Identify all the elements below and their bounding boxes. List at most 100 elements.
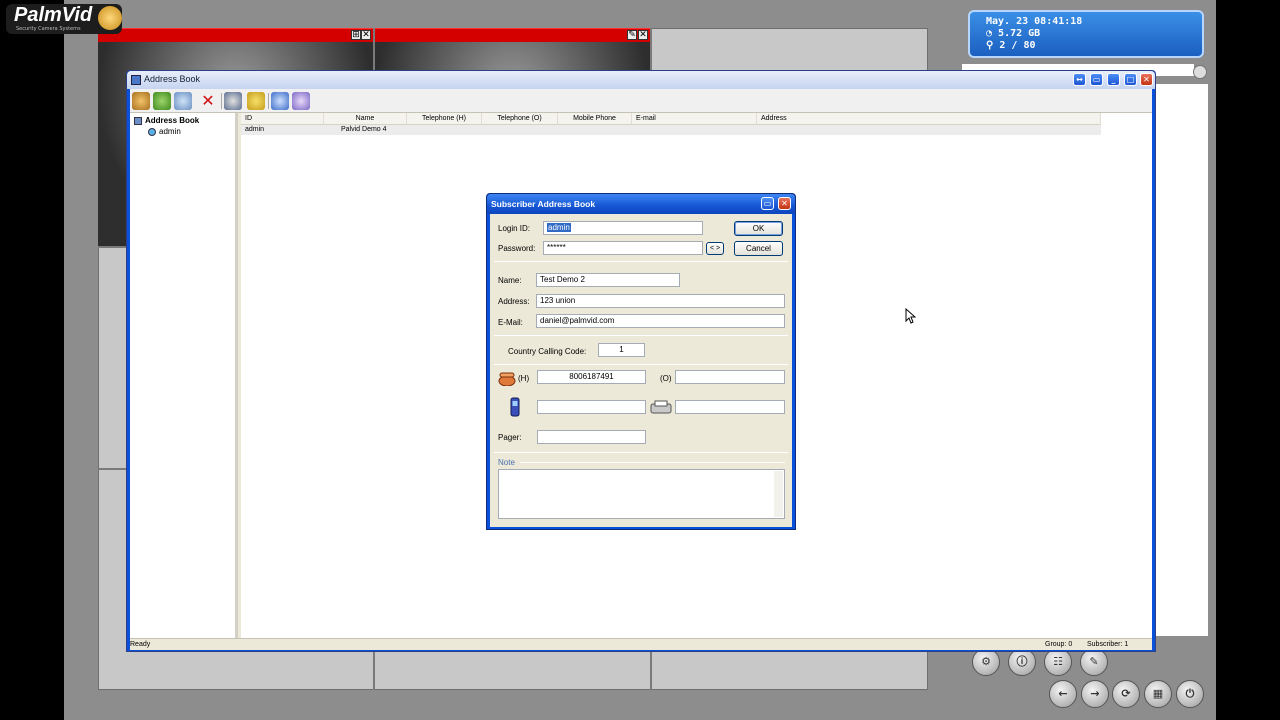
country-code-field[interactable]: 1 — [598, 343, 645, 357]
cell-id: admin — [245, 126, 265, 133]
login-id-value: admin — [547, 223, 571, 232]
status-panel: May. 23 08:41:18 ◔ 5.72 GB ⚲ 2 / 80 — [968, 10, 1204, 58]
search-icon[interactable] — [224, 92, 242, 110]
camera-count-value: 2 / 80 — [999, 40, 1036, 51]
camera-count-readout: ⚲ 2 / 80 — [986, 40, 1202, 52]
refresh-button[interactable]: ⟳ — [1112, 680, 1140, 708]
camera-2-edit-icon[interactable]: ✎ — [627, 30, 637, 40]
status-text: Ready — [130, 641, 151, 648]
name-label: Name: — [498, 276, 522, 285]
disk-icon: ◔ — [986, 28, 999, 39]
close-icon[interactable]: ✕ — [1140, 73, 1153, 86]
logo-tagline: Security Camera Systems — [16, 26, 81, 32]
fax-field[interactable] — [675, 400, 785, 414]
export-icon[interactable] — [271, 92, 289, 110]
minimize-icon[interactable]: _ — [1107, 73, 1120, 86]
mouse-cursor-icon — [905, 308, 916, 324]
tree-root[interactable]: Address Book — [134, 116, 199, 125]
column-header-telephone-o[interactable]: Telephone (O) — [482, 113, 558, 125]
name-field[interactable]: Test Demo 2 — [536, 273, 680, 287]
mobile-phone-field[interactable] — [537, 400, 646, 414]
status-knob-icon[interactable] — [1193, 65, 1207, 79]
power-button[interactable]: ⏻ — [1176, 680, 1204, 708]
office-phone-field[interactable] — [675, 370, 785, 384]
address-book-title: Address Book — [144, 74, 201, 84]
column-header-mobile[interactable]: Mobile Phone — [558, 113, 632, 125]
restore-icon[interactable]: ↔ — [1073, 73, 1086, 86]
group-tree: Address Book admin — [130, 113, 238, 638]
dialog-title: Subscriber Address Book — [491, 199, 596, 209]
logo-sun-icon — [98, 6, 122, 30]
note-scrollbar[interactable] — [774, 471, 783, 517]
note-divider — [520, 462, 785, 463]
list-header: ID Name Telephone (H) Telephone (O) Mobi… — [241, 113, 1101, 125]
password-field[interactable]: ****** — [543, 241, 703, 255]
open-folder-icon[interactable] — [247, 92, 265, 110]
add-group-icon[interactable] — [132, 92, 150, 110]
camera-1-fullscreen-icon[interactable]: ⊞ — [351, 30, 361, 40]
tools-button[interactable]: ✎ — [1080, 648, 1108, 676]
subscriber-count: Subscriber: 1 — [1087, 641, 1129, 648]
column-header-address[interactable]: Address — [757, 113, 1101, 125]
home-phone-label: (H) — [518, 374, 530, 383]
side-panel — [1153, 84, 1208, 636]
table-row[interactable]: admin Palvid Demo 4 — [241, 125, 1101, 135]
ok-button[interactable]: OK — [734, 221, 783, 236]
address-book-title-bar[interactable]: Address Book ↔ ▭ _ □ ✕ — [127, 71, 1155, 89]
settings-button[interactable]: ⚙ — [972, 648, 1000, 676]
add-subscriber-icon[interactable] — [153, 92, 171, 110]
pager-label: Pager: — [498, 433, 522, 442]
delete-icon[interactable]: ✕ — [199, 92, 217, 110]
status-bar: Ready Group: 0 Subscriber: 1 — [130, 638, 1152, 650]
address-label: Address: — [498, 297, 530, 306]
column-header-name[interactable]: Name — [324, 113, 407, 125]
dialog-body: Login ID: admin Password: ****** < > OK … — [490, 214, 792, 527]
disk-value: 5.72 GB — [998, 28, 1041, 39]
home-phone-icon — [498, 372, 516, 386]
disk-readout: ◔ 5.72 GB — [986, 28, 1202, 40]
email-field[interactable]: daniel@palmvid.com — [536, 314, 785, 328]
divider — [494, 452, 788, 453]
email-label: E-Mail: — [498, 318, 523, 327]
dialog-title-bar[interactable]: Subscriber Address Book ▭ ✕ — [487, 194, 795, 214]
tree-item-admin[interactable]: admin — [148, 127, 181, 136]
address-field[interactable]: 123 union — [536, 294, 785, 308]
camera-1-close-icon[interactable]: ✕ — [361, 30, 371, 40]
pager-field[interactable] — [537, 430, 646, 444]
back-button[interactable]: ← — [1049, 680, 1077, 708]
calendar-icon[interactable] — [292, 92, 310, 110]
cancel-button[interactable]: Cancel — [734, 241, 783, 256]
divider — [494, 261, 788, 262]
column-header-telephone-h[interactable]: Telephone (H) — [407, 113, 482, 125]
datetime-readout: May. 23 08:41:18 — [986, 16, 1083, 27]
group-count: Group: 0 — [1045, 641, 1073, 648]
forward-button[interactable]: → — [1081, 680, 1109, 708]
reveal-password-button[interactable]: < > — [706, 242, 724, 255]
country-code-label: Country Calling Code: — [508, 347, 587, 356]
maximize-icon[interactable]: □ — [1124, 73, 1137, 86]
office-phone-label: (O) — [660, 374, 672, 383]
note-textarea[interactable] — [498, 469, 785, 519]
camera-2-close-icon[interactable]: ✕ — [638, 30, 648, 40]
edit-subscriber-icon[interactable] — [174, 92, 192, 110]
fax-icon — [650, 400, 672, 414]
column-header-id[interactable]: ID — [241, 113, 324, 125]
grid-button[interactable]: ▦ — [1144, 680, 1172, 708]
tile-icon[interactable]: ▭ — [1090, 73, 1103, 86]
login-id-field[interactable]: admin — [543, 221, 703, 235]
letterbox-right — [1216, 0, 1280, 720]
dialog-close-icon[interactable]: ✕ — [778, 197, 791, 210]
tree-item-label: admin — [159, 127, 181, 136]
info-button[interactable]: ⓘ — [1008, 648, 1036, 676]
camera-1-title-bar — [98, 28, 373, 42]
subscriber-dialog: Subscriber Address Book ▭ ✕ Login ID: ad… — [486, 193, 796, 530]
column-header-email[interactable]: E-mail — [632, 113, 757, 125]
address-book-window-icon — [131, 75, 141, 85]
dialog-restore-icon[interactable]: ▭ — [761, 197, 774, 210]
note-label: Note — [498, 458, 515, 467]
palmvid-logo: PalmVid Security Camera Systems — [6, 4, 122, 34]
home-phone-field[interactable]: 8006187491 — [537, 370, 646, 384]
address-book-button[interactable]: ☷ — [1044, 648, 1072, 676]
logo-text: PalmVid — [14, 4, 93, 26]
divider — [494, 364, 788, 365]
